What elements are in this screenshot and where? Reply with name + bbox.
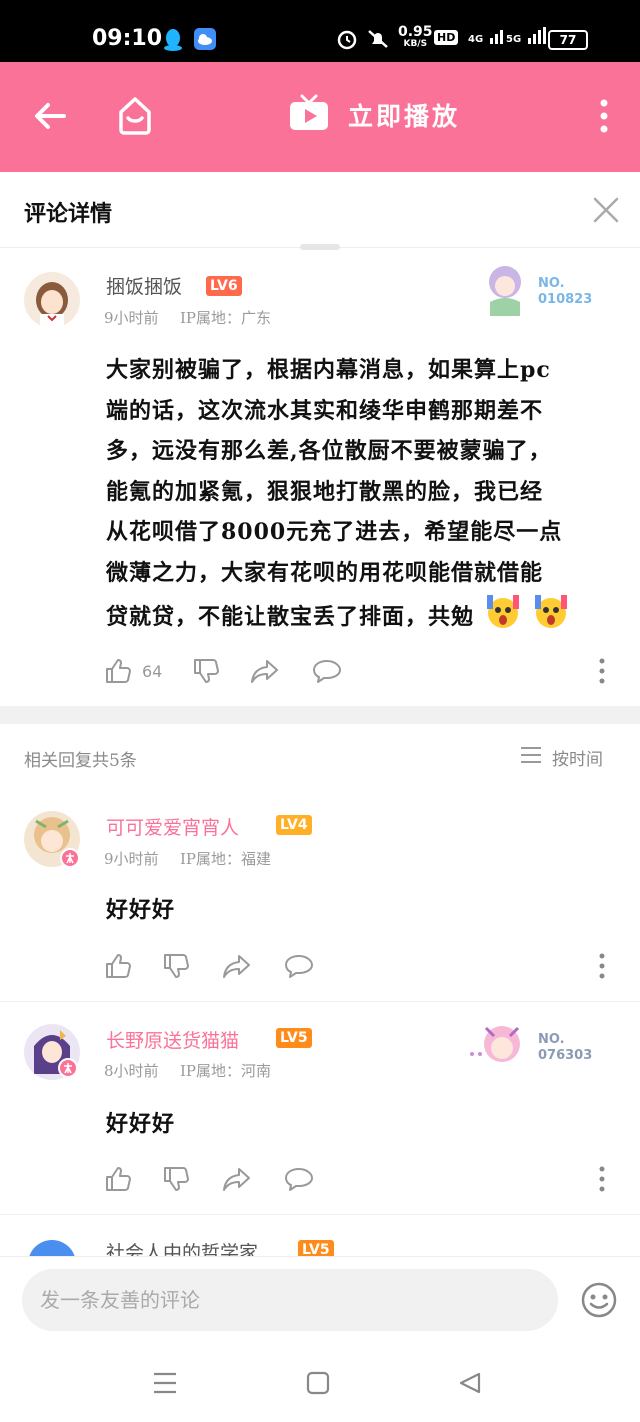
reply-button[interactable] [284,1165,314,1193]
level-badge: LV5 [276,1028,312,1048]
share-button[interactable] [250,657,280,685]
fan-badge-avatar-icon [480,262,530,322]
fan-badge-avatar-icon [466,1020,530,1076]
comment-line: 能氪的加紧氪，狠狠地打散黑的脸，我已经 [106,478,544,505]
network-speed: 0.95 KB/S [398,24,433,50]
more-vertical-icon[interactable] [596,98,612,134]
comment-body: 大家别被骗了，根据内幕消息，如果算上pc 端的话，这次流水其实和绫华申鹤那期差不… [106,350,626,643]
reply-author[interactable]: 可可爱爱宵宵人 [106,813,239,840]
reply-button[interactable] [312,657,342,685]
scared-emoji-icon [531,593,571,643]
dislike-button[interactable] [162,1165,190,1193]
comment-line: 微薄之力，大家有花呗的用花呗能借就借能 [106,559,544,586]
comment-line-last: 贷就贷，不能让散宝丢了排面，共勉 [106,593,626,643]
tv-icon [288,94,330,136]
net2-label: 5G [506,34,522,45]
reply-actions [104,1165,616,1195]
comment-detail-header: 评论详情 [0,172,640,248]
app-bar: 立即播放 [0,62,640,172]
comment-line: 端的话，这次流水其实和绫华申鹤那期差不 [106,397,544,424]
emoji-icon[interactable] [580,1281,618,1323]
reply-body: 好好好 [106,1111,176,1137]
section-separator [0,706,640,724]
page-title: 评论详情 [24,201,113,227]
menu-icon[interactable] [152,1371,178,1399]
drag-handle[interactable] [300,244,340,250]
back-arrow-icon[interactable] [30,96,70,136]
comment-ip: IP属地：广东 [180,309,272,327]
close-icon[interactable] [592,196,620,228]
battery-indicator: 77 [548,30,588,50]
replies-count: 相关回复共5条 [24,751,137,771]
more-options-icon[interactable] [598,952,606,980]
reply-ip: IP属地：河南 [180,1062,272,1080]
home-icon[interactable] [115,94,155,136]
comment-input-bar: 发一条友善的评论 [0,1256,640,1342]
more-options-icon[interactable] [598,657,606,685]
divider [0,1001,640,1002]
level-badge: LV4 [276,815,312,835]
divider [0,1214,640,1215]
sort-list-icon [520,746,542,769]
reply-body: 好好好 [106,897,176,923]
qq-icon [162,28,184,51]
fan-badge-no-label: NO. [538,276,565,291]
reply-ip: IP属地：福建 [180,850,272,868]
speed-value: 0.95 [398,24,433,40]
scared-emoji-icon [483,593,523,643]
back-triangle-icon[interactable] [458,1371,482,1399]
weather-app-icon [194,28,216,50]
fan-badge-no-label: NO. [538,1032,565,1047]
play-now-label: 立即播放 [348,102,461,131]
comment-line: 从花呗借了8000元充了进去，希望能尽一点 [106,519,563,545]
vip-badge-icon [58,1058,78,1082]
avatar[interactable] [24,272,80,328]
comment-input[interactable]: 发一条友善的评论 [22,1269,558,1331]
status-bar: 09:10 0.95 KB/S HD 4G 5G 77 [0,0,640,62]
play-now-button[interactable]: 立即播放 [288,94,460,136]
net1-label: 4G [468,34,484,45]
vip-badge-icon [60,848,80,872]
dislike-button[interactable] [192,657,220,685]
like-button[interactable] [104,1165,132,1193]
comment-actions: 64 [104,657,616,687]
sort-button[interactable]: 按时间 [520,745,603,770]
like-button[interactable] [104,952,132,980]
signal-4g-icon: 4G [468,26,508,46]
fan-badge-no-value: 076303 [538,1048,593,1063]
reply-button[interactable] [284,952,314,980]
sort-label: 按时间 [552,750,603,770]
comment-line: 多，远没有那么差,各位散厨不要被蒙骗了， [106,438,552,464]
reply-actions [104,952,616,982]
dislike-button[interactable] [162,952,190,980]
fan-badge-number: NO. 010823 [538,276,592,308]
comment-line: 大家别被骗了，根据内幕消息，如果算上pc [106,357,551,383]
share-button[interactable] [222,1165,252,1193]
fan-badge-no-value: 010823 [538,292,593,307]
home-square-icon[interactable] [306,1371,330,1399]
fan-badge: NO. 076303 [466,1020,592,1076]
status-time: 09:10 [92,26,163,51]
system-navigation-bar [0,1342,640,1422]
fan-badge: NO. 010823 [480,262,592,322]
alarm-icon [336,28,358,54]
like-button[interactable]: 64 [104,657,162,685]
reply-time: 8小时前 [104,1062,159,1080]
reply-time: 9小时前 [104,850,159,868]
comment-author[interactable]: 捆饭捆饭 [106,272,182,299]
fan-badge-number: NO. 076303 [538,1032,592,1064]
level-badge: LV6 [206,276,242,296]
reply-author[interactable]: 长野原送货猫猫 [106,1026,239,1053]
share-button[interactable] [222,952,252,980]
mute-icon [366,28,390,54]
like-count: 64 [142,661,163,681]
hd-icon: HD [434,30,459,45]
more-options-icon[interactable] [598,1165,606,1193]
signal-5g-icon: 5G [506,26,550,46]
comment-line-text: 贷就贷，不能让散宝丢了排面，共勉 [106,603,475,630]
comment-time: 9小时前 [104,309,159,327]
